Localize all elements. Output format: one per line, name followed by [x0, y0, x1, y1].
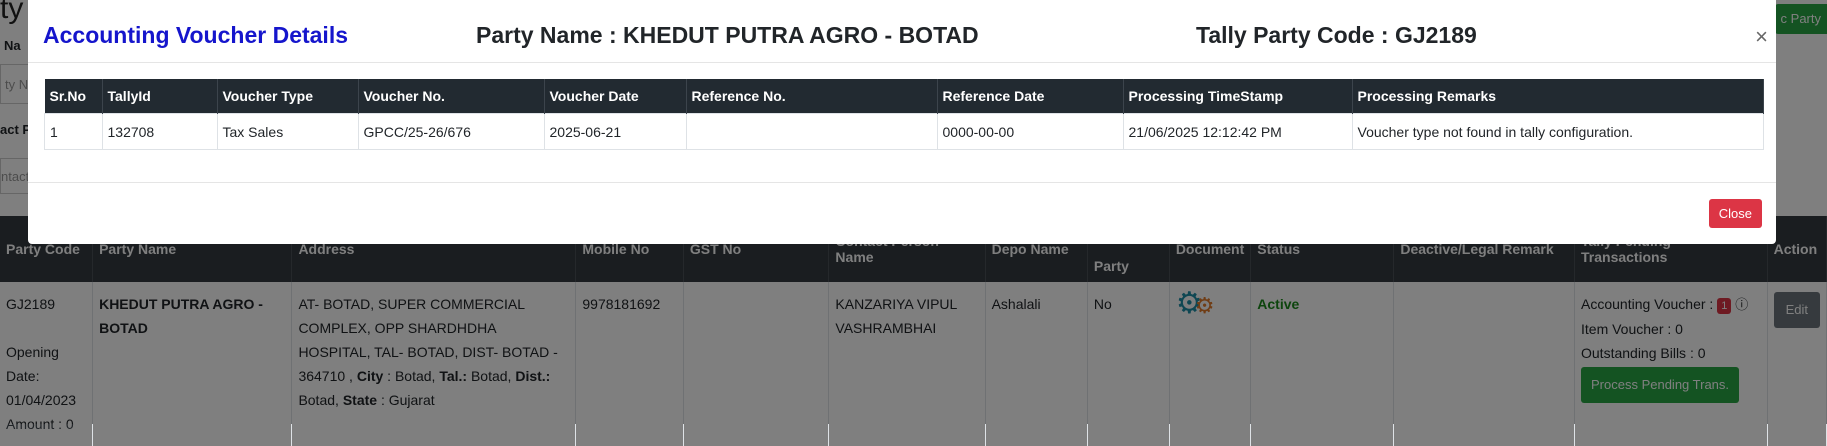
modal-header: Accounting Voucher Details Party Name : …: [28, 0, 1776, 63]
table-row: 1 132708 Tax Sales GPCC/25-26/676 2025-0…: [44, 113, 1764, 150]
cell-processing-timestamp: 21/06/2025 12:12:42 PM: [1122, 113, 1353, 150]
col-processing-remarks: Processing Remarks: [1352, 79, 1764, 114]
col-tally-id: TallyId: [102, 79, 218, 114]
col-voucher-no: Voucher No.: [358, 79, 545, 114]
cell-voucher-type: Tax Sales: [216, 113, 359, 150]
accounting-voucher-modal: Accounting Voucher Details Party Name : …: [28, 0, 1776, 244]
close-button[interactable]: Close: [1708, 199, 1762, 228]
modal-footer: Close: [28, 182, 1776, 245]
cell-sr-no: 1: [44, 113, 103, 150]
modal-title: Accounting Voucher Details: [43, 22, 349, 48]
cell-reference-date: 0000-00-00: [936, 113, 1124, 150]
col-reference-date: Reference Date: [937, 79, 1124, 114]
cell-reference-no: [685, 113, 938, 150]
close-icon[interactable]: ×: [1755, 26, 1768, 48]
party-code-heading: Tally Party Code : GJ2189: [1196, 22, 1477, 48]
cell-tally-id: 132708: [101, 113, 218, 150]
col-sr-no: Sr.No: [44, 79, 103, 114]
voucher-table: Sr.No TallyId Voucher Type Voucher No. V…: [44, 79, 1764, 150]
col-reference-no: Reference No.: [686, 79, 938, 114]
col-voucher-date: Voucher Date: [544, 79, 687, 114]
col-processing-timestamp: Processing TimeStamp: [1123, 79, 1353, 114]
cell-voucher-date: 2025-06-21: [543, 113, 687, 150]
col-voucher-type: Voucher Type: [217, 79, 359, 114]
cell-voucher-no: GPCC/25-26/676: [357, 113, 545, 150]
voucher-table-header: Sr.No TallyId Voucher Type Voucher No. V…: [44, 79, 1764, 114]
cell-processing-remarks: Voucher type not found in tally configur…: [1351, 113, 1764, 150]
party-name-heading: Party Name : KHEDUT PUTRA AGRO - BOTAD: [476, 22, 979, 48]
